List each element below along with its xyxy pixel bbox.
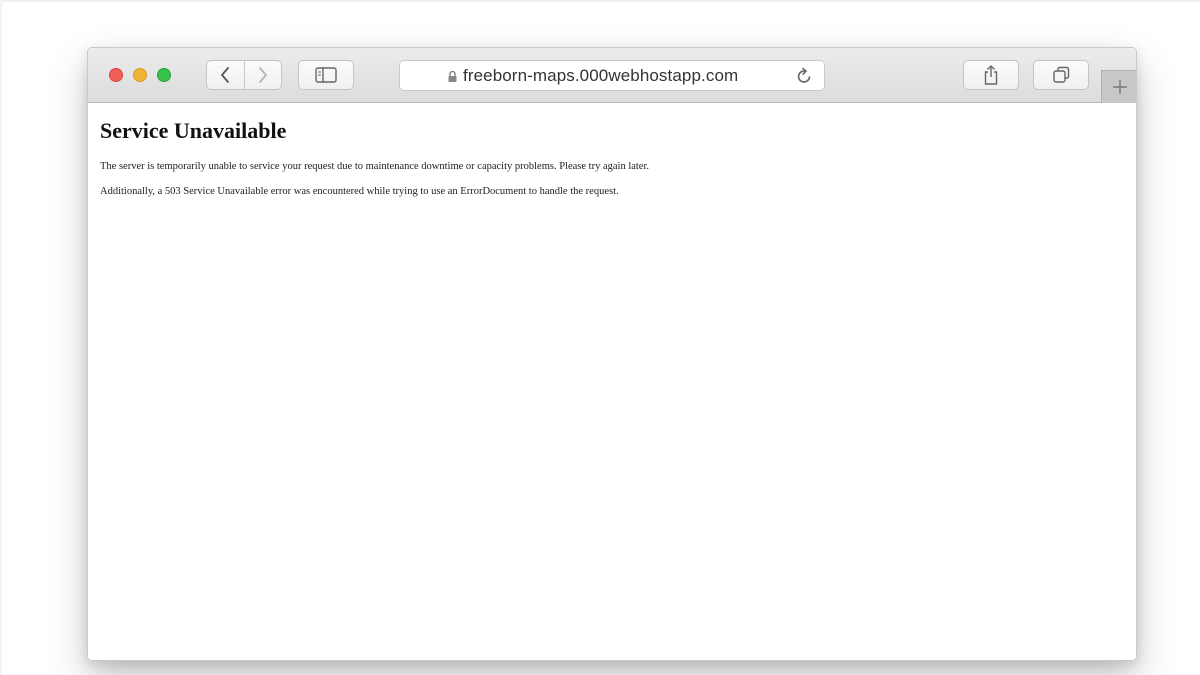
sidebar-icon — [315, 67, 337, 83]
reload-icon[interactable] — [796, 67, 813, 85]
error-detail-paragraph: Additionally, a 503 Service Unavailable … — [100, 186, 619, 197]
chevron-right-icon — [258, 67, 267, 83]
browser-toolbar: freeborn-maps.000webhostapp.com — [88, 48, 1136, 103]
share-icon — [984, 65, 998, 85]
chevron-left-icon — [221, 67, 230, 83]
url-text: freeborn-maps.000webhostapp.com — [463, 66, 739, 85]
share-button[interactable] — [963, 60, 1019, 90]
new-tab-button[interactable] — [1101, 70, 1136, 103]
error-message-paragraph: The server is temporarily unable to serv… — [100, 161, 650, 172]
close-window-button[interactable] — [109, 68, 123, 82]
left-edge-line — [0, 0, 2, 675]
lock-icon — [448, 70, 457, 82]
plus-icon — [1112, 80, 1127, 94]
minimize-window-button[interactable] — [133, 68, 147, 82]
address-bar[interactable]: freeborn-maps.000webhostapp.com — [399, 60, 825, 91]
tabs-overview-icon — [1053, 66, 1070, 83]
screenshot-stage: freeborn-maps.000webhostapp.com Service … — [0, 0, 1200, 675]
forward-button[interactable] — [243, 61, 282, 89]
top-edge-line — [0, 0, 1200, 2]
sidebar-button[interactable] — [298, 60, 354, 90]
zoom-window-button[interactable] — [157, 68, 171, 82]
tab-overview-button[interactable] — [1033, 60, 1089, 90]
navigation-buttons — [206, 60, 282, 90]
page-title: Service Unavailable — [100, 118, 287, 143]
page-content: Service Unavailable The server is tempor… — [88, 103, 1136, 660]
back-button[interactable] — [207, 61, 244, 89]
browser-window: freeborn-maps.000webhostapp.com Service … — [87, 47, 1137, 661]
